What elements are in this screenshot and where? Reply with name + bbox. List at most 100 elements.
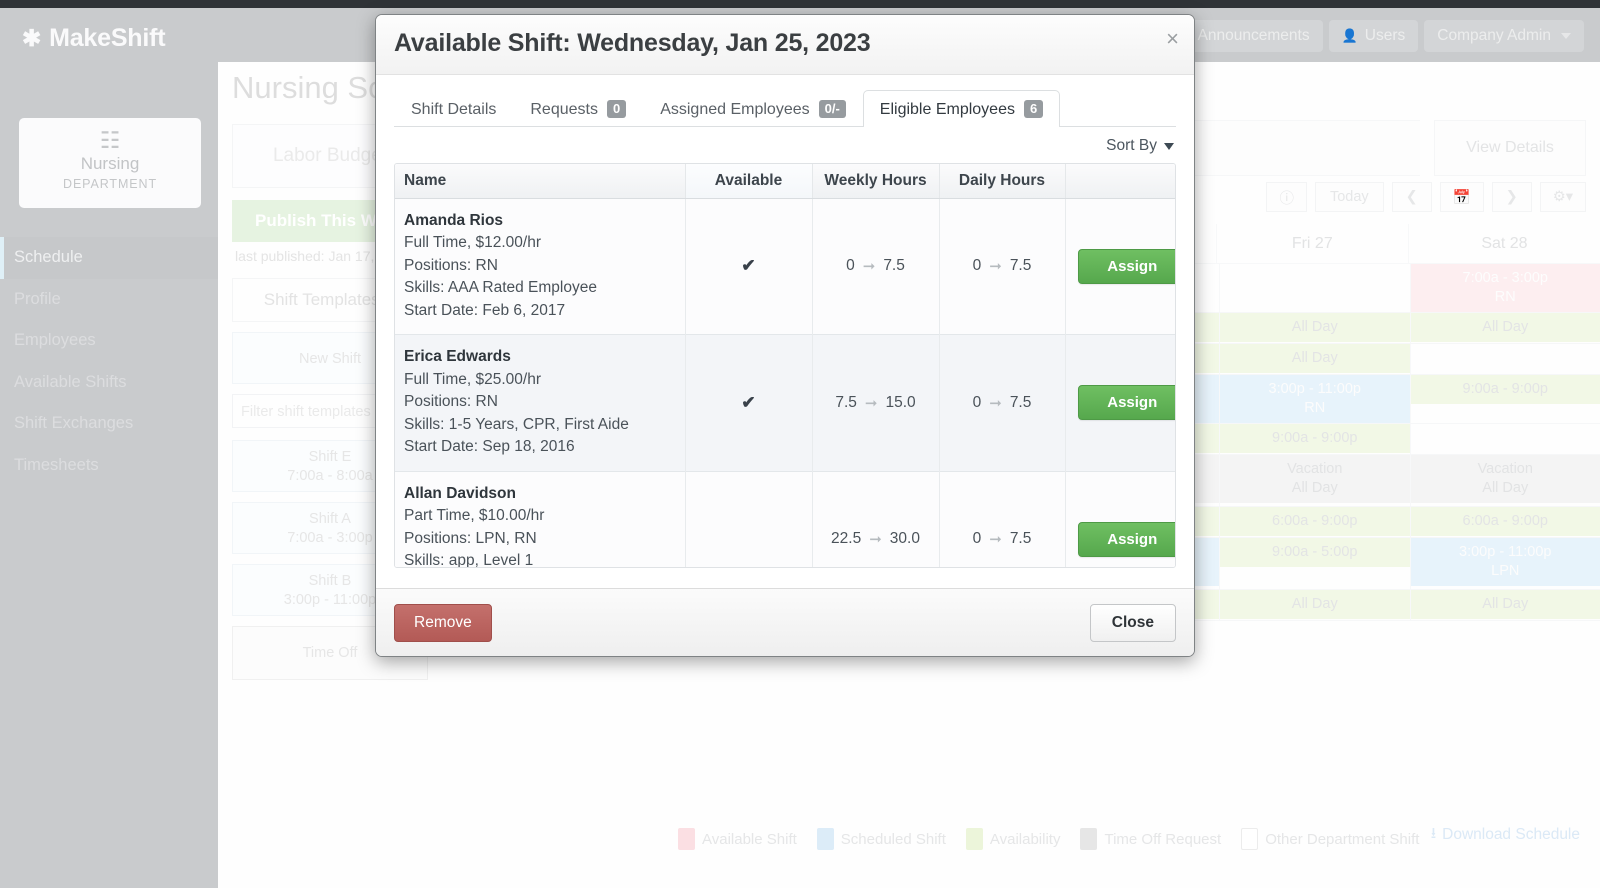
sidebar-item-profile[interactable]: Profile [0, 279, 218, 321]
remove-button[interactable]: Remove [394, 603, 492, 642]
employee-name[interactable]: Allan Davidson [404, 483, 676, 506]
chevron-left-icon[interactable]: ❮ [1391, 182, 1432, 212]
calendar-cell[interactable]: 6:00a - 9:00p [1219, 507, 1410, 537]
tab-assigned-employees[interactable]: Assigned Employees 0/- [643, 90, 863, 127]
department-card[interactable]: ☷ Nursing DEPARTMENT [19, 118, 201, 208]
calendar-cell[interactable] [1409, 344, 1600, 374]
org-chart-icon: ☷ [99, 127, 121, 153]
calendar-event[interactable]: All Day [1220, 313, 1410, 342]
download-schedule-link[interactable]: ⭳ Download Schedule [1431, 821, 1580, 848]
calendar-cell[interactable]: All Day [1219, 590, 1410, 620]
col-header-daily-hours[interactable]: Daily Hours [938, 164, 1065, 199]
calendar-event-line: All Day [1291, 596, 1338, 612]
sidebar-item-shift-exchanges[interactable]: Shift Exchanges [0, 403, 218, 445]
calendar-event[interactable]: All Day [1220, 344, 1410, 373]
calendar-event[interactable]: 9:00a - 9:00p [1220, 424, 1410, 453]
legend-label-scheduled: Scheduled Shift [840, 830, 946, 848]
calendar-cell[interactable]: All Day [1409, 590, 1600, 620]
brand-logo[interactable]: ✱ MakeShift [22, 24, 166, 53]
col-header-available[interactable]: Available [684, 164, 812, 199]
calendar-cell[interactable]: All Day [1409, 313, 1600, 343]
checkmark-icon: ✔ [741, 256, 756, 276]
assign-button[interactable]: Assign [1078, 385, 1175, 421]
sidebar-item-schedule[interactable]: Schedule [0, 237, 218, 279]
calendar-cell[interactable]: 7:00a - 3:00p RN [1409, 264, 1600, 312]
employee-weekly-hours: 7.5 ➞ 15.0 [811, 334, 939, 471]
employee-daily-hours-to: 7.5 [1009, 393, 1032, 411]
calendar-cell[interactable]: Vacation All Day [1409, 455, 1600, 506]
calendar-event[interactable] [1411, 424, 1600, 453]
nav-company-admin[interactable]: Company Admin [1424, 20, 1584, 52]
tab-requests[interactable]: Requests 0 [513, 90, 643, 127]
sidebar: ☷ Nursing DEPARTMENT Schedule Profile Em… [0, 62, 218, 888]
gear-icon[interactable]: ⚙▾ [1539, 182, 1586, 212]
calendar-cell[interactable]: All Day [1219, 313, 1410, 343]
eligible-employees-table-wrap[interactable]: Name Available Weekly Hours Daily Hours … [394, 163, 1176, 568]
calendar-cell[interactable]: All Day [1219, 344, 1410, 374]
calendar-event[interactable]: Vacation All Day [1220, 455, 1410, 503]
calendar-event[interactable]: Vacation All Day [1410, 455, 1600, 503]
calendar-cell[interactable]: 3:00p - 11:00p RN [1219, 375, 1410, 423]
sidebar-item-available-shifts[interactable]: Available Shifts [0, 362, 218, 404]
employee-action-cell: Assign [1064, 334, 1175, 471]
sort-by-control[interactable]: Sort By [394, 127, 1176, 163]
employee-name[interactable]: Amanda Rios [404, 210, 676, 233]
calendar-cell[interactable] [1219, 264, 1410, 312]
chevron-right-icon[interactable]: ❯ [1491, 182, 1532, 212]
nav-announcements-label: Announcements [1197, 27, 1310, 44]
legend: Available Shift Scheduled Shift Availabi… [678, 828, 1430, 850]
col-header-weekly-hours[interactable]: Weekly Hours [811, 164, 939, 199]
calendar-event[interactable] [1220, 264, 1410, 293]
calendar-cell[interactable]: 6:00a - 9:00p [1409, 507, 1600, 537]
calendar-cell[interactable]: 9:00a - 5:00p [1219, 538, 1410, 589]
calendar-event[interactable]: 9:00a - 9:00p [1410, 375, 1600, 404]
calendar-event-line: Vacation [1287, 461, 1343, 477]
close-icon[interactable]: × [1166, 28, 1179, 50]
assign-button[interactable]: Assign [1078, 521, 1175, 557]
calendar-cell[interactable]: 3:00p - 11:00p LPN [1409, 538, 1600, 589]
tab-shift-details[interactable]: Shift Details [394, 90, 513, 127]
info-icon[interactable]: ⓘ [1266, 182, 1307, 212]
calendar-event[interactable]: 9:00a - 5:00p [1220, 538, 1410, 567]
view-details-button[interactable]: View Details [1434, 120, 1586, 176]
calendar-event[interactable] [1411, 344, 1600, 373]
tab-requests-label: Requests [530, 100, 598, 118]
calendar-cell[interactable]: Vacation All Day [1219, 455, 1410, 506]
close-button[interactable]: Close [1089, 603, 1176, 642]
calendar-event[interactable]: 3:00p - 11:00p RN [1220, 375, 1410, 423]
nav-announcements[interactable]: Announcements [1184, 20, 1323, 52]
calendar-event[interactable]: 6:00a - 9:00p [1220, 507, 1410, 536]
assign-button[interactable]: Assign [1078, 248, 1175, 284]
calendar-event[interactable]: All Day [1410, 590, 1600, 619]
sidebar-item-employees[interactable]: Employees [0, 320, 218, 362]
calendar-event[interactable]: All Day [1220, 590, 1410, 619]
employee-info-cell: Erica Edwards Full Time, $25.00/hr Positio… [395, 334, 685, 471]
chevron-down-icon [1164, 142, 1174, 150]
calendar-cell[interactable] [1409, 424, 1600, 454]
calendar-cell[interactable]: 9:00a - 9:00p [1409, 375, 1600, 423]
checkmark-icon: ✔ [741, 392, 756, 412]
calendar-event-line: Vacation [1477, 461, 1533, 477]
calendar-event-line: 9:00a - 9:00p [1462, 381, 1548, 397]
legend-swatch-other [1241, 828, 1259, 850]
employee-name[interactable]: Erica Edwards [404, 346, 676, 369]
nav-users[interactable]: 👤 Users [1328, 20, 1419, 52]
sidebar-item-timesheets[interactable]: Timesheets [0, 445, 218, 487]
tab-eligible-employees[interactable]: Eligible Employees 6 [862, 90, 1061, 127]
calendar-event[interactable]: All Day [1410, 313, 1600, 342]
calendar-event-line: 6:00a - 9:00p [1272, 513, 1358, 529]
calendar-event[interactable]: 3:00p - 11:00p LPN [1410, 538, 1600, 586]
employee-weekly-hours-to: 15.0 [885, 393, 916, 411]
calendar-event[interactable]: 6:00a - 9:00p [1410, 507, 1600, 536]
col-header-action [1064, 164, 1175, 199]
calendar-event-line: All Day [1482, 596, 1529, 612]
employee-available-cell: ✔ [684, 197, 812, 335]
table-row: Allan Davidson Part Time, $10.00/hr Positi… [395, 470, 1175, 567]
legend-item-scheduled-shift: Scheduled Shift [816, 828, 946, 850]
calendar-event[interactable]: 7:00a - 3:00p RN [1410, 264, 1600, 312]
today-button[interactable]: Today [1314, 182, 1384, 212]
calendar-cell[interactable]: 9:00a - 9:00p [1219, 424, 1410, 454]
col-header-name[interactable]: Name [395, 164, 685, 199]
calendar-icon[interactable]: 📅 [1439, 182, 1484, 212]
employee-available-cell [684, 470, 812, 567]
